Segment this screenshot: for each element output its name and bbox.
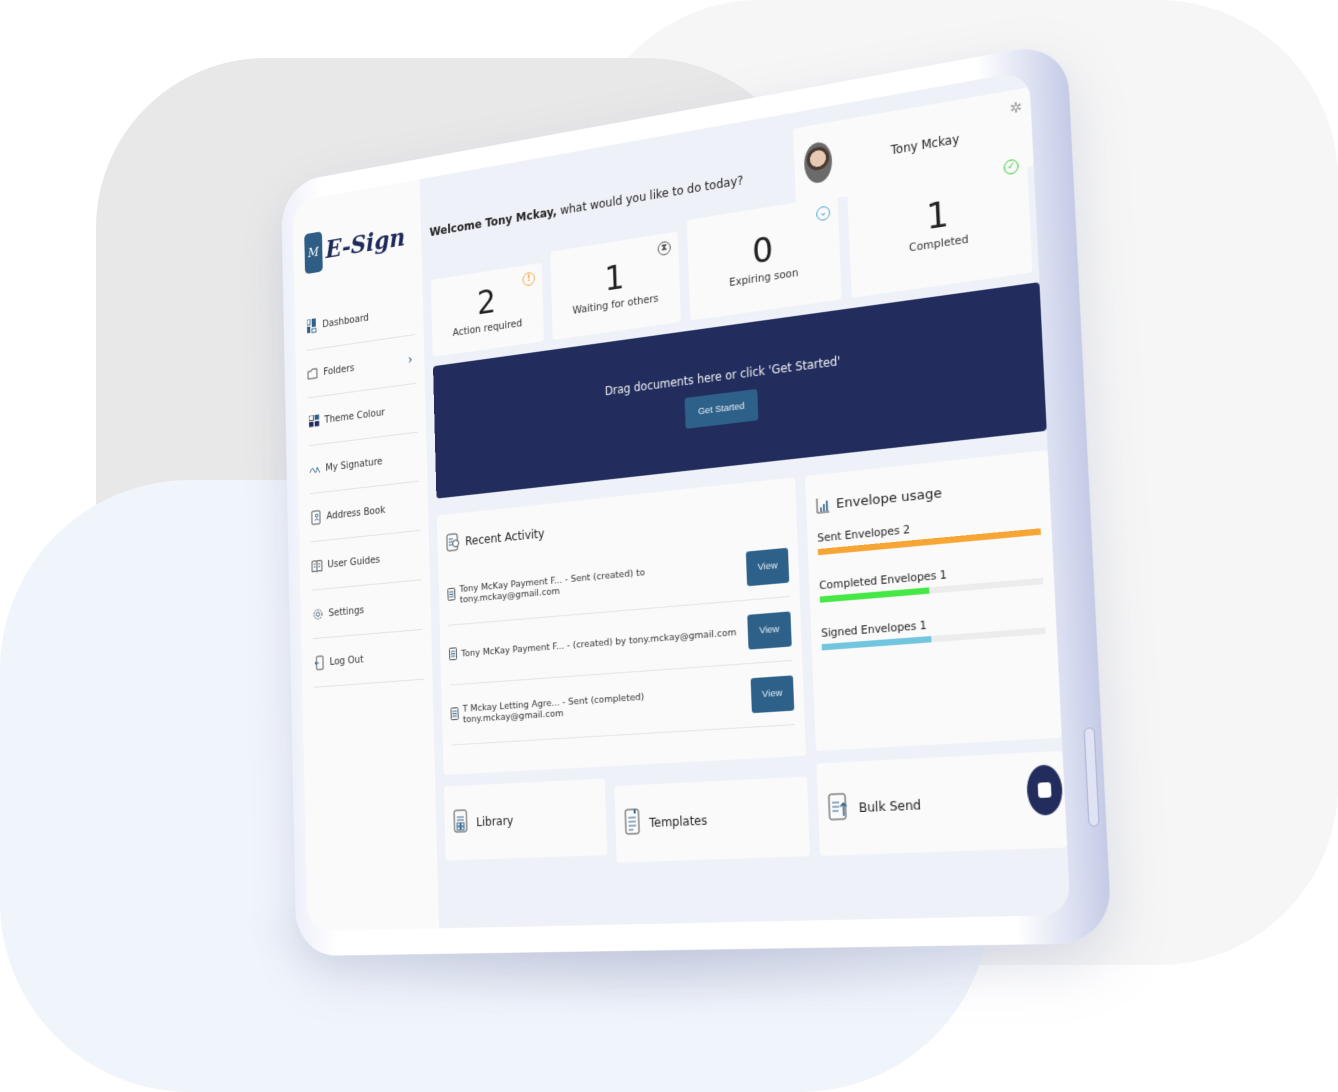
stat-value: 1 — [603, 257, 625, 300]
dropzone-text: Drag documents here or click 'Get Starte… — [604, 353, 841, 398]
check-circle-icon: ✓ — [1003, 158, 1019, 176]
book-icon — [311, 557, 323, 573]
main-content: Welcome Tony Mckay, what would you like … — [420, 70, 1071, 928]
sidebar-item-label: Settings — [328, 604, 365, 619]
sidebar-item-label: Folders — [323, 361, 355, 378]
sidebar: M E-Sign Dashboard Folders › Theme Colou… — [292, 179, 439, 932]
welcome-name: Welcome Tony Mckay, — [429, 204, 557, 240]
view-button[interactable]: View — [747, 610, 792, 650]
tile-label: Bulk Send — [858, 797, 922, 816]
gear-icon — [312, 606, 324, 622]
usage-bar-row: Sent Envelopes 2 — [817, 511, 1041, 556]
recent-activity-title: Recent Activity — [464, 526, 545, 549]
avatar — [803, 140, 833, 185]
tile-label: Library — [476, 813, 514, 830]
chat-support-button[interactable] — [1025, 764, 1064, 816]
stat-value: 2 — [476, 282, 497, 324]
document-icon — [447, 587, 455, 603]
signature-icon — [309, 461, 321, 477]
logo[interactable]: M E-Sign — [304, 216, 413, 275]
bar-chart-icon — [816, 496, 831, 514]
activity-text: T Mckay Letting Agre... - Sent (complete… — [462, 691, 645, 725]
tile-label: Templates — [648, 813, 708, 831]
stat-value: 1 — [925, 193, 950, 239]
logo-text: E-Sign — [325, 223, 406, 265]
sidebar-item-label: My Signature — [325, 455, 383, 474]
templates-icon — [624, 808, 642, 840]
view-button[interactable]: View — [746, 547, 790, 586]
app-screen: M E-Sign Dashboard Folders › Theme Colou… — [292, 70, 1071, 932]
stat-card-action-required[interactable]: ! 2 Action required — [430, 262, 544, 357]
sidebar-item-label: Log Out — [329, 653, 364, 668]
profile-settings-icon[interactable]: ✲ — [1009, 99, 1022, 118]
alert-icon: ! — [522, 271, 536, 287]
envelope-usage-title: Envelope usage — [835, 485, 943, 512]
usage-bar-row: Completed Envelopes 1 — [819, 561, 1044, 603]
tablet-side-button — [1083, 727, 1100, 827]
palette-icon — [308, 413, 320, 429]
welcome-question: what would you like to do today? — [556, 173, 744, 218]
logout-icon — [313, 655, 325, 671]
envelope-usage-card: Envelope usage Sent Envelopes 2 Complete… — [804, 450, 1062, 752]
bulk-send-icon — [828, 792, 852, 826]
stat-card-expiring-soon[interactable]: ⌄ 0 Expiring soon — [686, 195, 842, 321]
sidebar-item-label: User Guides — [327, 553, 381, 570]
address-book-icon — [310, 509, 322, 525]
hourglass-icon: ⧗ — [657, 240, 671, 257]
document-icon — [451, 707, 459, 723]
sidebar-item-log-out[interactable]: Log Out — [312, 629, 424, 688]
stage: M E-Sign Dashboard Folders › Theme Colou… — [0, 0, 1338, 1092]
stat-value: 0 — [751, 229, 774, 273]
stat-card-waiting-for-others[interactable]: ⧗ 1 Waiting for others — [550, 231, 681, 340]
get-started-button[interactable]: Get Started — [684, 388, 759, 429]
document-icon — [449, 647, 457, 663]
chat-icon — [1037, 782, 1052, 799]
tablet-device: M E-Sign Dashboard Folders › Theme Colou… — [280, 40, 1113, 957]
logo-mark-icon: M — [304, 231, 323, 275]
sidebar-item-label: Theme Colour — [324, 406, 386, 426]
recent-activity-card: Recent Activity Tony McKay Payment F... … — [436, 477, 807, 776]
usage-bar-row: Signed Envelopes 1 — [821, 610, 1046, 651]
sidebar-item-label: Dashboard — [322, 311, 369, 330]
tile-bulk-send[interactable]: Bulk Send — [816, 750, 1068, 856]
chevron-right-icon[interactable]: › — [408, 352, 413, 368]
clock-icon: ⌄ — [815, 205, 831, 222]
sidebar-item-label: Address Book — [326, 503, 386, 522]
dashboard-icon — [306, 318, 318, 334]
tile-templates[interactable]: Templates — [614, 776, 811, 863]
library-icon — [453, 808, 469, 837]
tile-library[interactable]: Library — [443, 778, 608, 861]
activity-text: Tony McKay Payment F... - (created) by t… — [461, 627, 737, 660]
folder-icon — [307, 365, 319, 381]
activity-text: Tony McKay Payment F... - Sent (created)… — [459, 566, 646, 606]
recent-activity-icon — [446, 532, 460, 553]
view-button[interactable]: View — [750, 674, 795, 713]
